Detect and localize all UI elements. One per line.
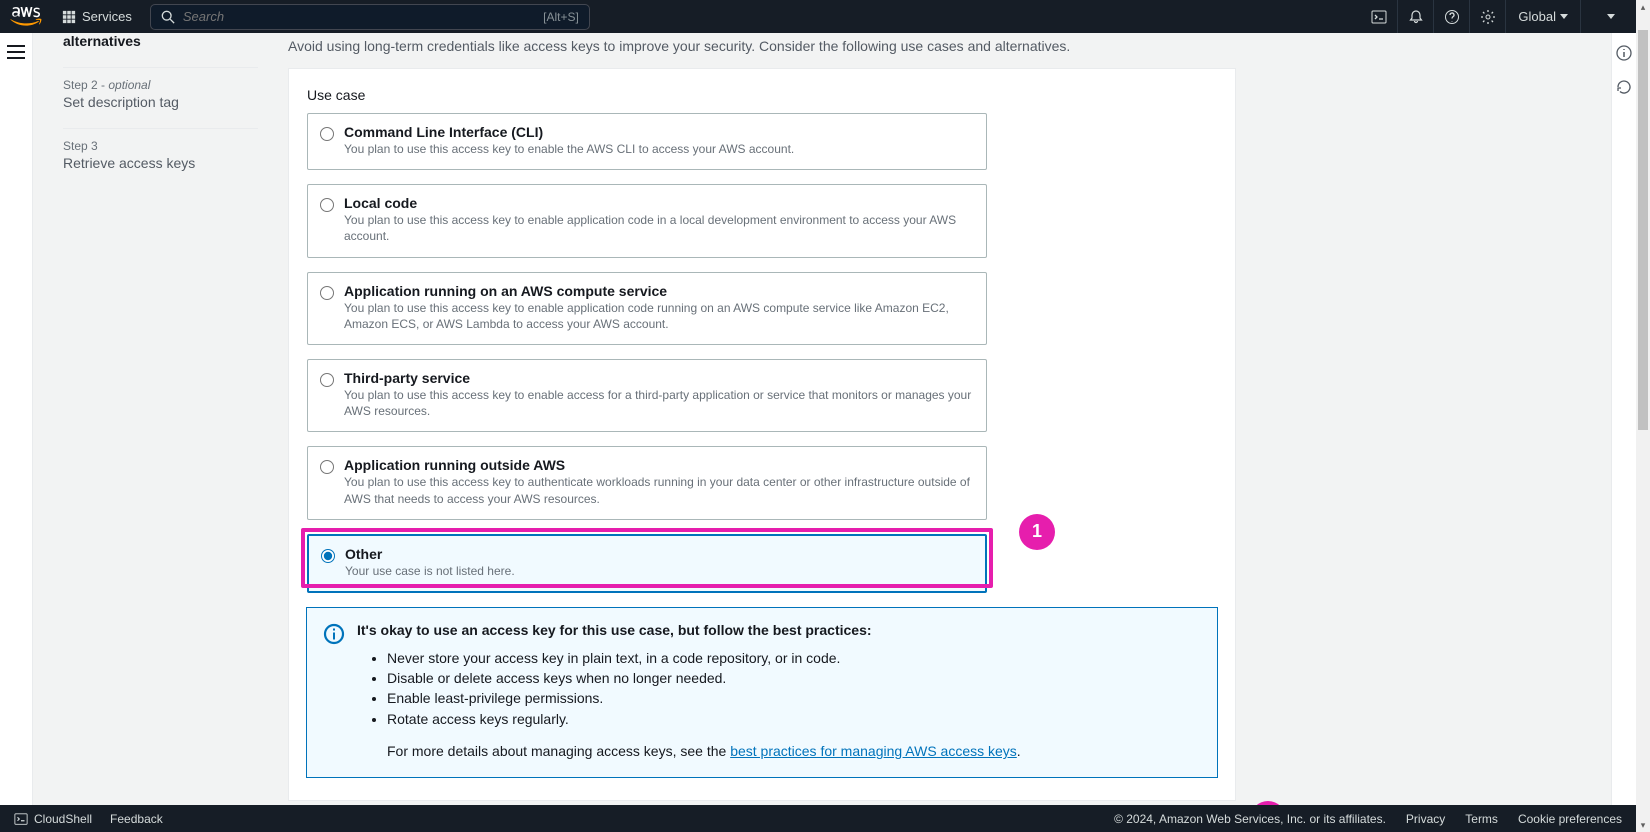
help-button[interactable]	[1433, 0, 1469, 33]
search-input[interactable]	[183, 9, 543, 24]
content-area: Avoid using long-term credentials like a…	[288, 33, 1599, 805]
info-foot: For more details about managing access k…	[387, 743, 1201, 759]
option-outside-aws-radio[interactable]	[320, 460, 334, 474]
hamburger-icon[interactable]	[7, 45, 25, 59]
option-cli-title: Command Line Interface (CLI)	[344, 124, 794, 140]
use-case-panel: Use case Command Line Interface (CLI) Yo…	[288, 68, 1236, 801]
wizard-step3-label: Step 3	[63, 139, 258, 153]
option-local-code-desc: You plan to use this access key to enabl…	[344, 212, 974, 244]
top-nav: Services [Alt+S] Global	[0, 0, 1650, 33]
info-title: It's okay to use an access key for this …	[357, 622, 1201, 638]
info-bullet: Disable or delete access keys when no lo…	[387, 668, 1201, 688]
option-aws-compute-desc: You plan to use this access key to enabl…	[344, 300, 974, 332]
wizard-step3-name: Retrieve access keys	[63, 155, 258, 171]
account-menu[interactable]	[1580, 0, 1640, 33]
wizard-step1-name: alternatives	[63, 33, 258, 49]
option-aws-compute-radio[interactable]	[320, 286, 334, 300]
settings-button[interactable]	[1469, 0, 1505, 33]
scroll-thumb[interactable]	[1638, 30, 1648, 430]
option-local-code-radio[interactable]	[320, 198, 334, 212]
annotation-1-badge: 1	[1019, 514, 1055, 550]
caret-down-icon	[1607, 14, 1615, 20]
terminal-icon	[14, 812, 28, 826]
info-dock-icon[interactable]	[1616, 45, 1632, 61]
refresh-dock-icon[interactable]	[1616, 79, 1632, 95]
main-region: alternatives Step 2 - optional Set descr…	[33, 33, 1611, 805]
best-practices-info: It's okay to use an access key for this …	[306, 607, 1218, 778]
info-bullet: Rotate access keys regularly.	[387, 709, 1201, 729]
sidebar-toggle-column	[0, 33, 33, 805]
services-menu[interactable]: Services	[54, 0, 140, 33]
info-bullets: Never store your access key in plain tex…	[387, 648, 1201, 729]
scroll-up-arrow[interactable]: ▴	[1636, 0, 1650, 14]
option-outside-aws-title: Application running outside AWS	[344, 457, 974, 473]
feedback-link[interactable]: Feedback	[110, 812, 163, 826]
intro-text: Avoid using long-term credentials like a…	[288, 38, 1599, 54]
aws-logo	[10, 7, 42, 26]
region-selector[interactable]: Global	[1505, 0, 1580, 33]
option-third-party-title: Third-party service	[344, 370, 974, 386]
option-cli[interactable]: Command Line Interface (CLI) You plan to…	[307, 113, 987, 170]
option-third-party-desc: You plan to use this access key to enabl…	[344, 387, 974, 419]
footer: CloudShell Feedback © 2024, Amazon Web S…	[0, 805, 1636, 832]
info-icon	[323, 623, 345, 645]
copyright: © 2024, Amazon Web Services, Inc. or its…	[1114, 812, 1386, 826]
caret-down-icon	[1560, 14, 1568, 20]
scroll-down-arrow[interactable]: ▾	[1636, 818, 1650, 832]
search-icon	[161, 10, 175, 24]
services-label: Services	[82, 9, 132, 24]
option-other-title: Other	[345, 546, 515, 562]
info-bullet: Enable least-privilege permissions.	[387, 688, 1201, 708]
gear-icon	[1480, 9, 1496, 25]
option-other[interactable]: Other Your use case is not listed here.	[307, 534, 987, 593]
right-dock	[1611, 33, 1636, 805]
option-other-radio[interactable]	[321, 549, 335, 563]
terms-link[interactable]: Terms	[1465, 812, 1498, 826]
wizard-steps: alternatives Step 2 - optional Set descr…	[63, 33, 258, 189]
info-bullet: Never store your access key in plain tex…	[387, 648, 1201, 668]
search-hint: [Alt+S]	[543, 10, 579, 24]
notifications-button[interactable]	[1397, 0, 1433, 33]
option-aws-compute[interactable]: Application running on an AWS compute se…	[307, 272, 987, 345]
wizard-step2-name[interactable]: Set description tag	[63, 94, 258, 110]
terminal-icon	[1371, 9, 1387, 25]
help-icon	[1444, 9, 1460, 25]
bell-icon	[1408, 9, 1424, 25]
option-third-party[interactable]: Third-party service You plan to use this…	[307, 359, 987, 432]
best-practices-link[interactable]: best practices for managing AWS access k…	[730, 743, 1017, 759]
section-title: Use case	[307, 87, 1217, 103]
privacy-link[interactable]: Privacy	[1406, 812, 1445, 826]
option-outside-aws-desc: You plan to use this access key to authe…	[344, 474, 974, 506]
option-cli-desc: You plan to use this access key to enabl…	[344, 141, 794, 157]
cloudshell-icon-button[interactable]	[1361, 0, 1397, 33]
option-local-code[interactable]: Local code You plan to use this access k…	[307, 184, 987, 257]
cloudshell-button[interactable]: CloudShell	[14, 812, 92, 826]
grid-icon	[62, 10, 76, 24]
search-box[interactable]: [Alt+S]	[150, 4, 590, 30]
option-third-party-radio[interactable]	[320, 373, 334, 387]
option-cli-radio[interactable]	[320, 127, 334, 141]
option-outside-aws[interactable]: Application running outside AWS You plan…	[307, 446, 987, 519]
wizard-step2-label: Step 2 - optional	[63, 78, 258, 92]
browser-scrollbar[interactable]: ▴ ▾	[1636, 0, 1650, 832]
option-other-desc: Your use case is not listed here.	[345, 563, 515, 579]
region-label: Global	[1518, 9, 1556, 24]
cookies-link[interactable]: Cookie preferences	[1518, 812, 1622, 826]
option-local-code-title: Local code	[344, 195, 974, 211]
option-aws-compute-title: Application running on an AWS compute se…	[344, 283, 974, 299]
